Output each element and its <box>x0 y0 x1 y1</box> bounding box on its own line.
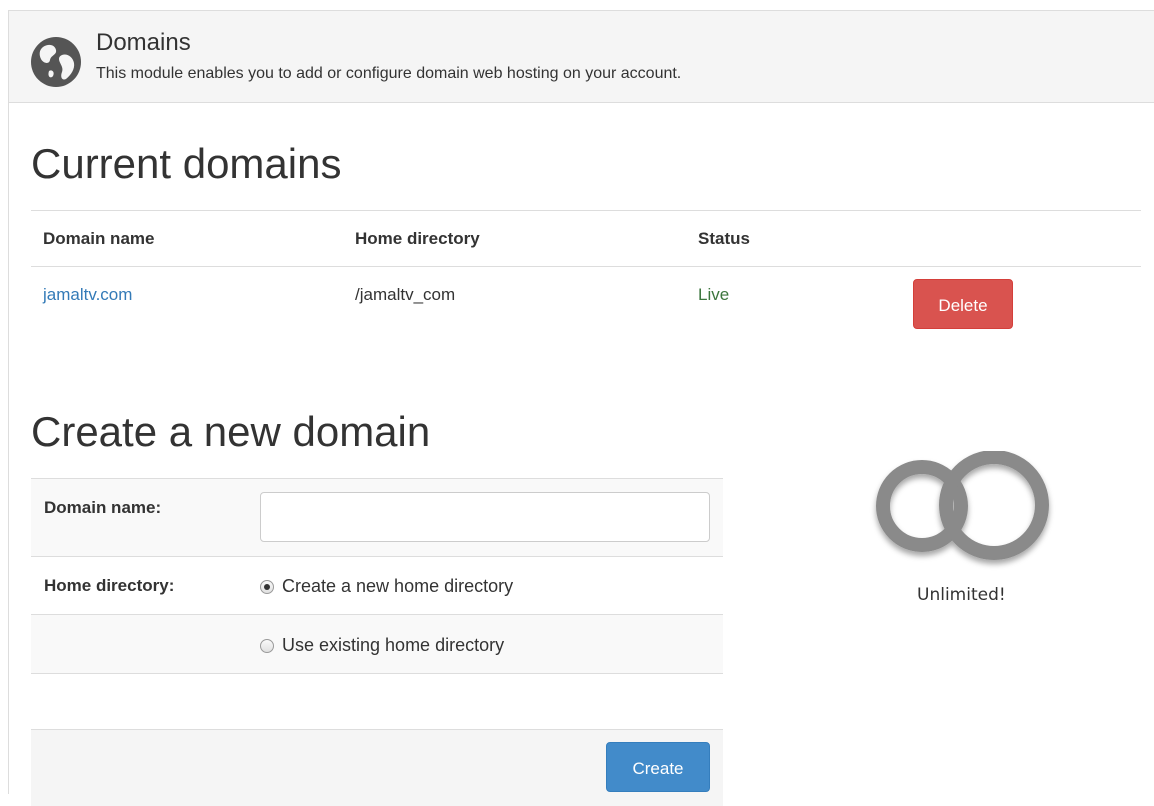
domain-name-input[interactable] <box>260 492 710 542</box>
existing-directory-row: Use existing home directory <box>31 615 723 674</box>
radio-unchecked-icon[interactable] <box>260 638 274 653</box>
page-frame: Domains This module enables you to add o… <box>8 10 1154 806</box>
domain-name-label: Domain name: <box>44 498 162 517</box>
radio-create-new-home-directory[interactable]: Create a new home directory <box>260 576 513 597</box>
infinity-icon <box>876 451 1049 560</box>
home-directory-label: Home directory: <box>44 576 175 595</box>
radio-use-existing-home-directory[interactable]: Use existing home directory <box>260 635 504 656</box>
column-header-status: Status <box>698 229 750 248</box>
module-title: Domains <box>96 29 191 56</box>
radio-label-create-new: Create a new home directory <box>282 576 514 596</box>
domains-table-header: Domain name Home directory Status <box>31 211 1141 267</box>
radio-label-use-existing: Use existing home directory <box>282 635 505 655</box>
module-description: This module enables you to add or config… <box>96 65 682 82</box>
module-header: Domains This module enables you to add o… <box>9 11 1154 103</box>
radio-checked-icon[interactable] <box>260 579 274 594</box>
unlimited-label: Unlimited! <box>917 585 1006 605</box>
delete-button[interactable]: Delete <box>913 279 1013 329</box>
create-domain-heading: Create a new domain <box>31 408 431 455</box>
globe-icon <box>31 37 81 87</box>
form-footer: Create <box>31 729 723 806</box>
status-badge: Live <box>698 285 730 304</box>
create-domain-form: Domain name: Home directory: Create a ne… <box>31 478 723 674</box>
current-domains-heading: Current domains <box>31 140 342 187</box>
column-header-home-directory: Home directory <box>355 229 480 248</box>
domain-link[interactable]: jamaltv.com <box>43 285 132 305</box>
domain-name-row: Domain name: <box>31 479 723 557</box>
create-button[interactable]: Create <box>606 742 710 792</box>
table-row: jamaltv.com /jamaltv_com Live Delete <box>31 267 1141 347</box>
column-header-domain-name: Domain name <box>43 229 155 248</box>
home-directory-row: Home directory: Create a new home direct… <box>31 557 723 615</box>
home-directory-value: /jamaltv_com <box>355 285 456 304</box>
domains-table: Domain name Home directory Status jamalt… <box>31 210 1141 347</box>
